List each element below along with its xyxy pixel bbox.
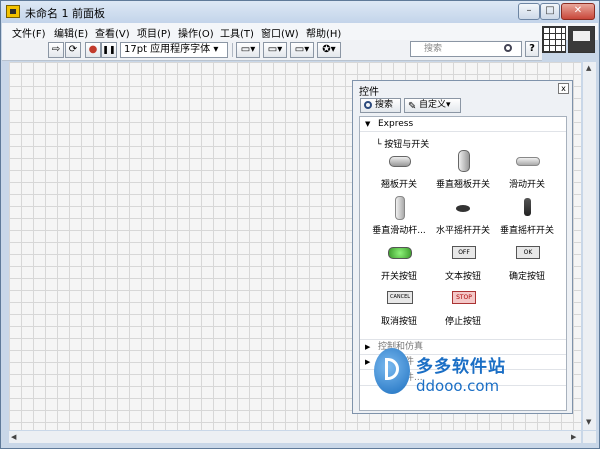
menu-view[interactable]: 查看(V): [95, 25, 130, 40]
palette-item-ok-button[interactable]: OK 确定按钮: [494, 242, 560, 286]
expand-triangle-icon: ▼: [365, 120, 371, 128]
labview-front-panel-window: 未命名 1 前面板 – □ ✕ 文件(F) 编辑(E) 查看(V) 项目(P) …: [0, 0, 600, 449]
palette-item-rocker[interactable]: 翘板开关: [366, 150, 432, 194]
font-select[interactable]: 17pt 应用程序字体 ▾: [120, 42, 228, 58]
menu-tools[interactable]: 工具(T): [220, 25, 254, 40]
horizontal-scrollbar[interactable]: ◀ ▶: [9, 431, 581, 443]
watermark-logo-icon: [374, 348, 410, 394]
scroll-left-icon[interactable]: ◀: [11, 433, 16, 441]
watermark-site-name: 多多软件站: [416, 357, 506, 377]
rocker-switch-icon: [389, 156, 411, 167]
palette-item-grid: 翘板开关 垂直翘板开关 滑动开关 垂直滑动杆... 水平摇杆开关 垂直摇杆开关 …: [366, 150, 560, 335]
scroll-down-icon[interactable]: ▼: [586, 418, 591, 426]
pause-icon[interactable]: ❚❚: [101, 42, 117, 58]
help-button[interactable]: ?: [525, 41, 539, 57]
palette-search-label: 搜索: [375, 100, 394, 110]
resize-objects-icon[interactable]: ▭▾: [290, 42, 314, 58]
run-arrow-icon[interactable]: ⇨: [48, 42, 64, 58]
toolbar-separator: [232, 43, 233, 57]
vi-icon[interactable]: [568, 26, 595, 53]
vertical-toggle-icon: [524, 198, 531, 216]
abort-execution-icon[interactable]: ●: [85, 42, 101, 58]
menu-edit[interactable]: 编辑(E): [54, 25, 88, 40]
palette-item-stop-button[interactable]: STOP 停止按钮: [430, 287, 496, 331]
horizontal-toggle-icon: [456, 205, 470, 212]
search-icon[interactable]: [504, 44, 512, 52]
scroll-right-icon[interactable]: ▶: [571, 433, 576, 441]
palette-customize-button[interactable]: ✎ 自定义▾: [404, 98, 461, 113]
wrench-icon: ✎: [408, 101, 417, 112]
stop-button-icon: STOP: [452, 291, 476, 304]
palette-item-slide-switch[interactable]: 滑动开关: [494, 150, 560, 194]
menu-window[interactable]: 窗口(W): [261, 25, 299, 40]
menu-operate[interactable]: 操作(O): [178, 25, 214, 40]
scroll-up-icon[interactable]: ▲: [586, 64, 591, 72]
watermark-url: ddooo.com: [416, 377, 500, 395]
vertical-scrollbar[interactable]: ▲ ▼: [583, 62, 596, 430]
connector-pane-icon[interactable]: [542, 26, 566, 53]
palette-item-text-button[interactable]: OFF 文本按钮: [430, 242, 496, 286]
collapse-triangle-icon: ▶: [365, 358, 371, 366]
category-express[interactable]: ▼ Express: [360, 117, 566, 132]
collapse-triangle-icon: ▶: [365, 343, 371, 351]
palette-search-button[interactable]: 搜索: [360, 98, 401, 113]
menu-help[interactable]: 帮助(H): [306, 25, 341, 40]
labview-app-icon: [6, 5, 20, 18]
ok-button-icon: OK: [516, 246, 540, 259]
palette-item-push-button[interactable]: 开关按钮: [366, 242, 432, 286]
menu-file[interactable]: 文件(F): [12, 25, 46, 40]
distribute-objects-icon[interactable]: ▭▾: [263, 42, 287, 58]
palette-item-vertical-rocker[interactable]: 垂直翘板开关: [430, 150, 496, 194]
palette-item-vertical-slide[interactable]: 垂直滑动杆...: [366, 196, 432, 240]
title-bar[interactable]: 未命名 1 前面板 – □ ✕: [1, 1, 599, 23]
cancel-button-icon: CANCEL: [387, 291, 413, 304]
close-button[interactable]: ✕: [561, 3, 595, 20]
run-continuously-icon[interactable]: ⟳: [65, 42, 81, 58]
palette-customize-label: 自定义▾: [419, 100, 451, 110]
resize-grip[interactable]: [583, 431, 596, 443]
menu-project[interactable]: 项目(P): [137, 25, 171, 40]
vertical-rocker-icon: [458, 150, 470, 172]
slide-switch-icon: [516, 157, 540, 166]
push-button-icon: [388, 247, 412, 259]
maximize-button[interactable]: □: [540, 3, 560, 20]
palette-item-horizontal-toggle[interactable]: 水平摇杆开关: [430, 196, 496, 240]
minimize-button[interactable]: –: [518, 3, 540, 20]
palette-item-cancel-button[interactable]: CANCEL 取消按钮: [366, 287, 432, 331]
palette-close-button[interactable]: x: [558, 83, 569, 94]
vertical-slide-icon: [395, 196, 405, 220]
align-objects-icon[interactable]: ▭▾: [236, 42, 260, 58]
subcategory-buttons-switches[interactable]: └ 按钮与开关: [376, 137, 429, 150]
palette-item-vertical-toggle[interactable]: 垂直摇杆开关: [494, 196, 560, 240]
magnifier-icon: [364, 101, 372, 109]
menu-bar: 文件(F) 编辑(E) 查看(V) 项目(P) 操作(O) 工具(T) 窗口(W…: [2, 23, 598, 40]
watermark: 多多软件站 ddooo.com: [374, 346, 579, 406]
window-title: 未命名 1 前面板: [25, 7, 105, 20]
reorder-icon[interactable]: ✪▾: [317, 42, 341, 58]
palette-title: 控件: [359, 87, 379, 98]
off-button-icon: OFF: [452, 246, 476, 259]
